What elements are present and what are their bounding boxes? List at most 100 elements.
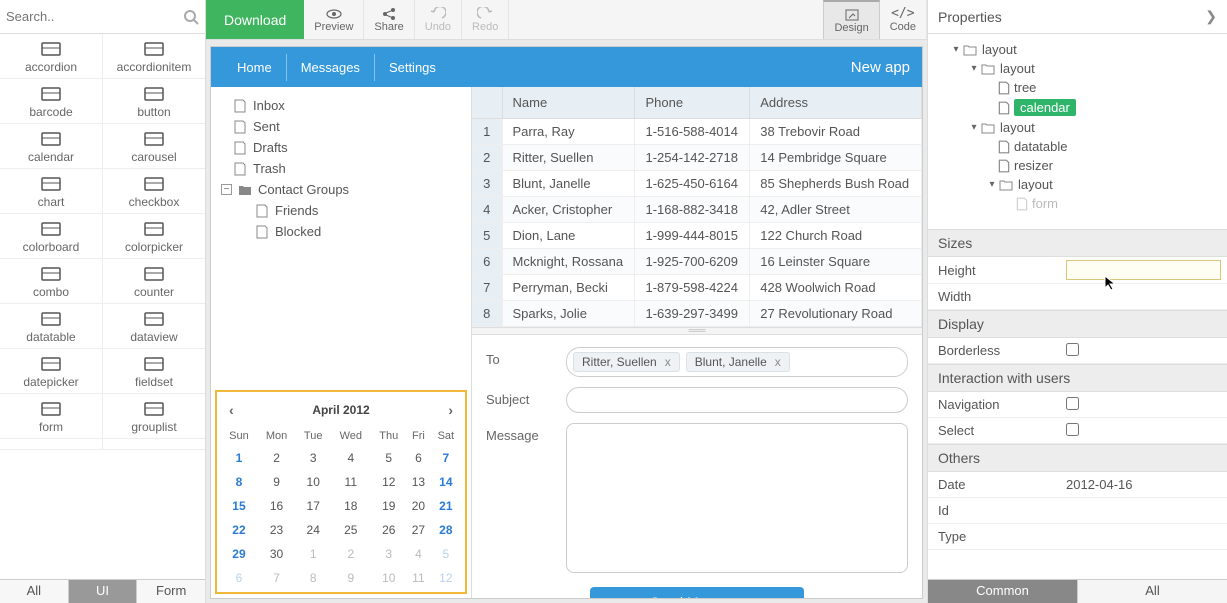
widget-carousel[interactable]: carousel [103,124,206,169]
subject-input[interactable] [566,387,908,413]
widget-button[interactable]: button [103,79,206,124]
widget-grouplist[interactable]: grouplist [103,394,206,439]
tree-item-calendar[interactable]: calendar [932,97,1223,118]
share-button[interactable]: Share [364,0,414,39]
cal-day[interactable]: 8 [296,566,330,590]
widget-barcode[interactable]: barcode [0,79,103,124]
cal-day[interactable]: 17 [296,494,330,518]
chevron-right-icon[interactable]: ❯ [1205,8,1217,25]
recipient-tag[interactable]: Blunt, Janellex [686,352,790,372]
cal-day[interactable]: 10 [296,470,330,494]
folder-drafts[interactable]: Drafts [217,137,465,158]
cal-day[interactable]: 21 [431,494,461,518]
cal-day[interactable]: 9 [257,470,296,494]
tab-form[interactable]: Form [137,580,205,603]
cal-day[interactable]: 18 [330,494,371,518]
cal-day[interactable]: 9 [330,566,371,590]
table-row[interactable]: 4Acker, Cristopher1-168-882-341842, Adle… [472,197,922,223]
widget-counter[interactable]: counter [103,259,206,304]
table-row[interactable]: 3Blunt, Janelle1-625-450-616485 Shepherd… [472,171,922,197]
download-button[interactable]: Download [206,0,304,39]
cal-day[interactable]: 20 [406,494,431,518]
tab-all-props[interactable]: All [1078,580,1227,603]
cal-day[interactable]: 13 [406,470,431,494]
widget-datatable[interactable]: datatable [0,304,103,349]
calendar-widget[interactable]: ‹ April 2012 › SunMonTueWedThuFriSat1234… [215,390,467,594]
cal-day[interactable]: 16 [257,494,296,518]
select-checkbox[interactable] [1066,423,1079,436]
cal-day[interactable]: 8 [221,470,257,494]
search-input[interactable] [6,9,183,24]
search-icon[interactable] [183,9,199,25]
cal-day[interactable]: 30 [257,542,296,566]
tab-ui[interactable]: UI [69,580,138,603]
cal-day[interactable]: 25 [330,518,371,542]
widget-form[interactable]: form [0,394,103,439]
to-field[interactable]: Ritter, SuellenxBlunt, Janellex [566,347,908,377]
cal-day[interactable]: 2 [330,542,371,566]
cal-day[interactable]: 3 [371,542,406,566]
table-row[interactable]: 2Ritter, Suellen1-254-142-271814 Pembrid… [472,145,922,171]
navigation-checkbox[interactable] [1066,397,1079,410]
cal-day[interactable]: 23 [257,518,296,542]
undo-button[interactable]: Undo [415,0,462,39]
tab-settings[interactable]: Settings [375,54,450,81]
send-button[interactable]: Send Message [590,587,803,598]
collapse-icon[interactable]: − [221,184,232,195]
tab-messages[interactable]: Messages [287,54,375,81]
height-input[interactable] [1066,260,1221,280]
widget-fieldset[interactable]: fieldset [103,349,206,394]
folder-blocked[interactable]: Blocked [217,221,465,242]
widget-chart[interactable]: chart [0,169,103,214]
col-phone[interactable]: Phone [635,87,750,119]
remove-tag-icon[interactable]: x [775,355,781,369]
cal-day[interactable]: 4 [330,446,371,470]
table-row[interactable]: 6Mcknight, Rossana1-925-700-620916 Leins… [472,249,922,275]
redo-button[interactable]: Redo [462,0,509,39]
cal-prev-icon[interactable]: ‹ [229,402,234,418]
widget-accordionitem[interactable]: accordionitem [103,34,206,79]
col-address[interactable]: Address [750,87,922,119]
tree-layout-3[interactable]: ▾layout [932,118,1223,137]
widget-accordion[interactable]: accordion [0,34,103,79]
tree-layout-2[interactable]: ▾layout [932,59,1223,78]
cal-day[interactable]: 4 [406,542,431,566]
widget-datepicker[interactable]: datepicker [0,349,103,394]
cal-day[interactable]: 11 [406,566,431,590]
remove-tag-icon[interactable]: x [665,355,671,369]
folder-sent[interactable]: Sent [217,116,465,137]
cal-day[interactable]: 2 [257,446,296,470]
tree-item-tree[interactable]: tree [932,78,1223,97]
cal-day[interactable]: 27 [406,518,431,542]
cal-day[interactable]: 28 [431,518,461,542]
cal-day[interactable]: 10 [371,566,406,590]
folder-inbox[interactable]: Inbox [217,95,465,116]
cal-day[interactable]: 14 [431,470,461,494]
folder-friends[interactable]: Friends [217,200,465,221]
tree-item-resizer[interactable]: resizer [932,156,1223,175]
code-tab[interactable]: </> Code [880,0,927,39]
cal-day[interactable]: 5 [431,542,461,566]
tree-item-form[interactable]: form [932,194,1223,213]
date-value[interactable]: 2012-04-16 [1060,474,1227,495]
widget-combo[interactable]: combo [0,259,103,304]
cal-day[interactable]: 15 [221,494,257,518]
resizer-handle[interactable]: ═══ [472,327,922,335]
preview-button[interactable]: Preview [304,0,364,39]
cal-day[interactable]: 24 [296,518,330,542]
cal-day[interactable]: 6 [221,566,257,590]
tree-item-datatable[interactable]: datatable [932,137,1223,156]
table-row[interactable]: 1Parra, Ray1-516-588-401438 Trebovir Roa… [472,119,922,145]
table-row[interactable]: 7Perryman, Becki1-879-598-4224428 Woolwi… [472,275,922,301]
folder-trash[interactable]: Trash [217,158,465,179]
cal-day[interactable]: 1 [296,542,330,566]
widget-colorboard[interactable]: colorboard [0,214,103,259]
widget-dataview[interactable]: dataview [103,304,206,349]
cal-day[interactable]: 26 [371,518,406,542]
cal-day[interactable]: 12 [371,470,406,494]
cal-day[interactable]: 5 [371,446,406,470]
message-input[interactable] [566,423,908,573]
cal-day[interactable]: 7 [257,566,296,590]
col-name[interactable]: Name [502,87,635,119]
tab-common[interactable]: Common [928,580,1078,603]
